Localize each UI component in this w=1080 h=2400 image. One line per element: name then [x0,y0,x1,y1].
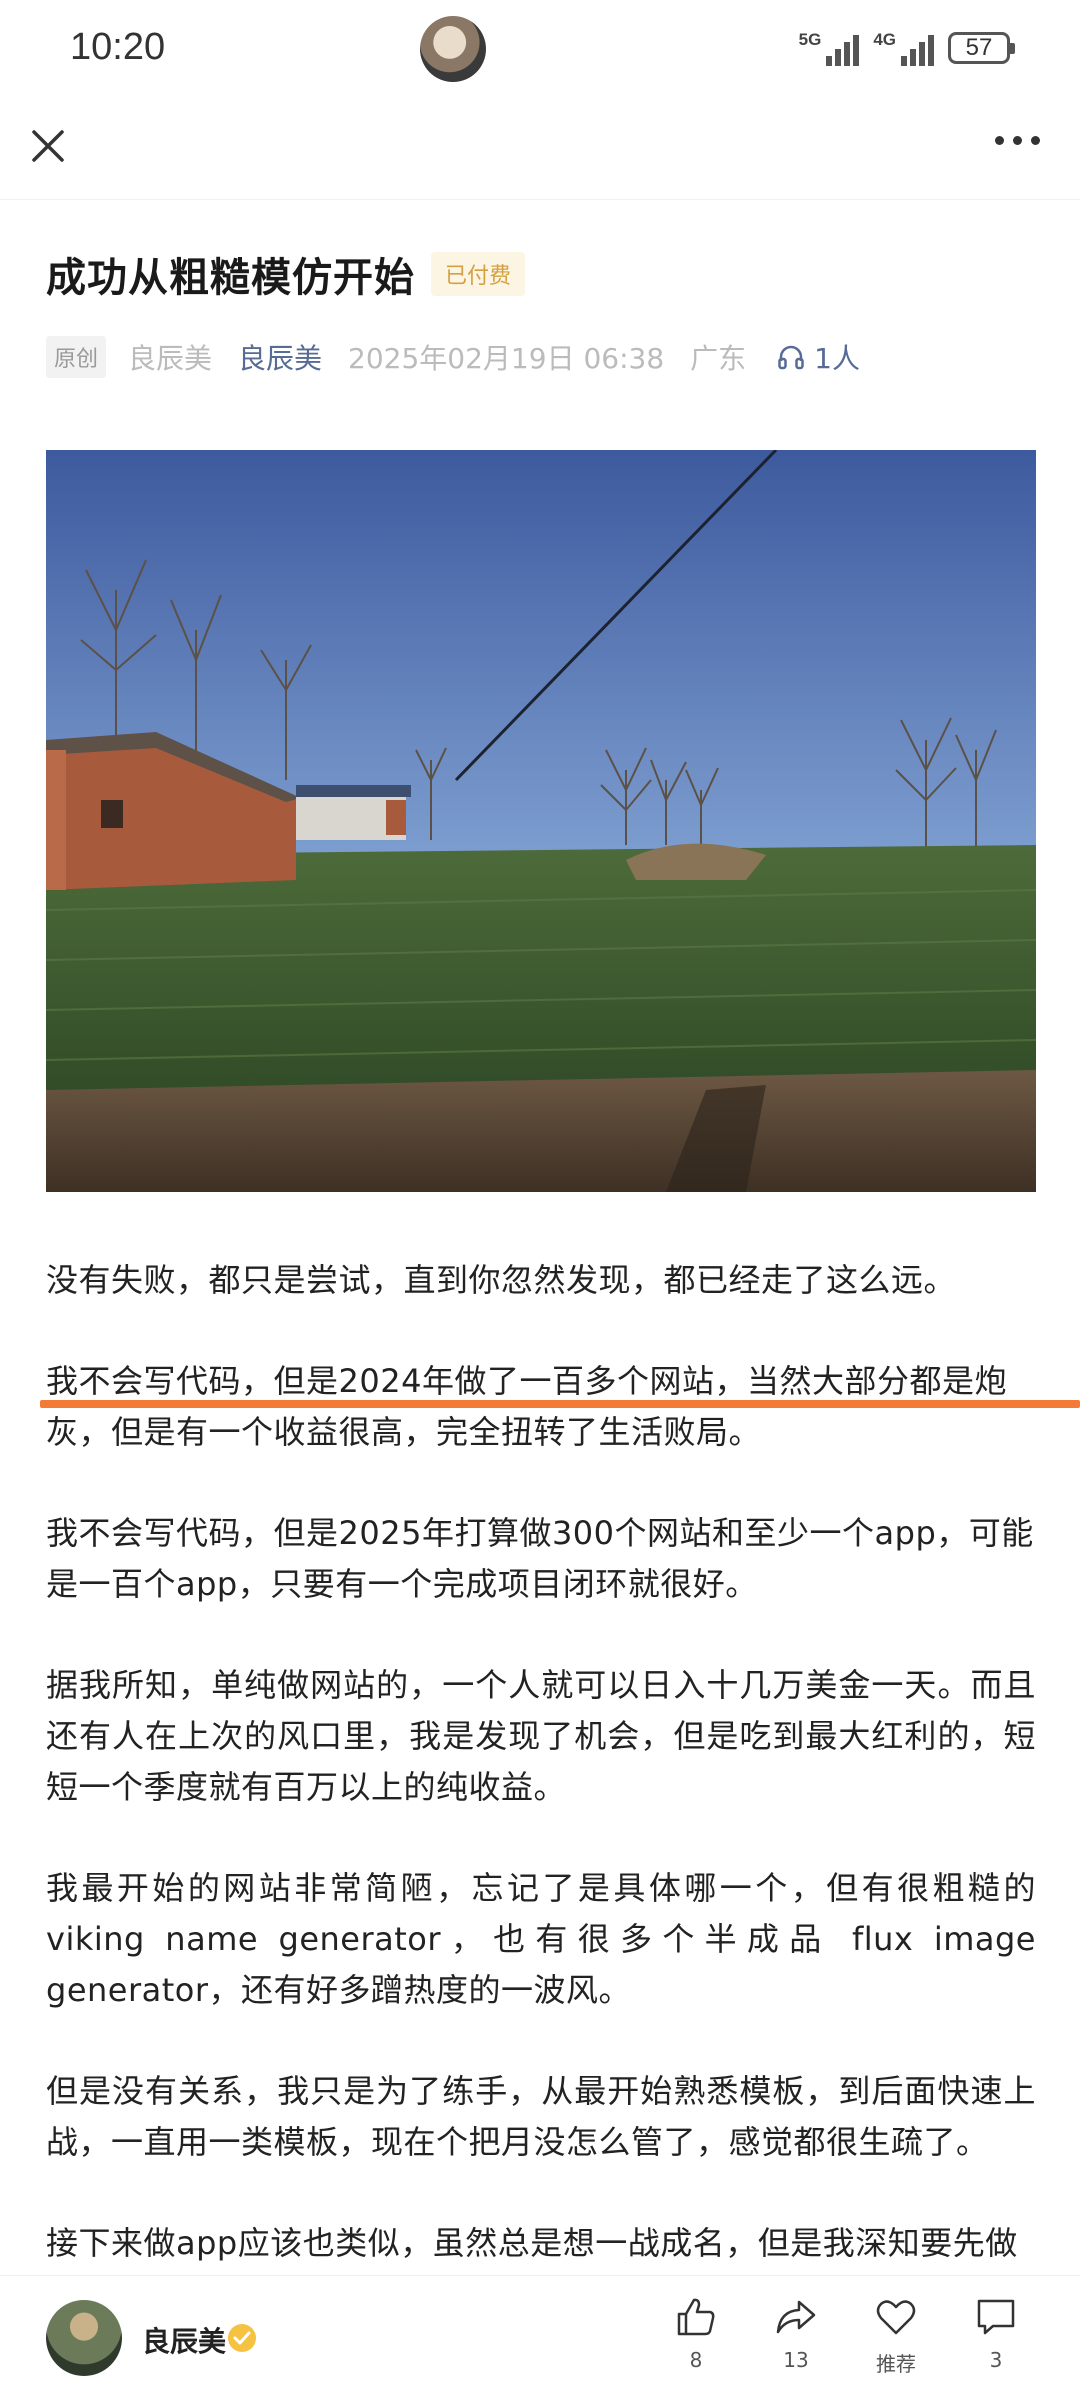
author-avatar[interactable] [46,2300,122,2376]
paragraph-4: 据我所知，单纯做网站的，一个人就可以日入十几万美金一天。而且还有人在上次的风口里… [46,1666,1036,1806]
like-count: 8 [689,2348,703,2372]
title-row: 成功从粗糙模仿开始 已付费 [46,245,526,303]
status-avatar-icon [420,16,486,82]
status-bar: 10:20 5G 4G 57 [0,0,1080,100]
paid-badge: 已付费 [431,252,526,296]
status-time: 10:20 [70,26,166,68]
recommend-label: 推荐 [876,2352,916,2376]
author-label: 良辰美 [128,342,213,375]
headphone-icon [778,345,804,370]
share-icon [776,2300,816,2334]
article-meta: 原创 良辰美 良辰美 2025年02月19日 06:38 广东 1人 [46,336,860,378]
paragraph-1: 没有失败，都只是尝试，直到你忽然发现，都已经走了这么远。 [46,1261,957,1299]
action-bar: 8 13 推荐 3 [646,2294,1046,2377]
signal-4g-icon: 4G [873,30,934,66]
battery-icon: 57 [948,32,1015,64]
share-button[interactable]: 13 [746,2294,846,2377]
underline-highlight [40,1400,1080,1408]
paragraph-5: 我最开始的网站非常简陋，忘记了是具体哪一个，但有很粗糙的viking name … [46,1869,1036,2009]
publish-date: 2025年02月19日 06:38 [348,342,665,375]
comment-count: 3 [989,2348,1003,2372]
listen-button[interactable]: 1人 [776,337,860,377]
more-icon[interactable] [995,136,1040,145]
recommend-button[interactable]: 推荐 [846,2294,946,2377]
thumbs-up-icon [677,2298,715,2336]
paragraph-6: 但是没有关系，我只是为了练手，从最开始熟悉模板，到后面快速上战，一直用一类模板，… [46,2072,1036,2161]
original-badge: 原创 [46,336,107,378]
close-icon[interactable] [28,126,68,166]
article-body: 没有失败，都只是尝试，直到你忽然发现，都已经走了这么远。 我不会写代码，但是20… [46,1255,1036,2319]
nav-bar [0,100,1080,200]
status-indicators: 5G 4G 57 [799,30,1015,66]
publish-location: 广东 [690,342,747,375]
like-button[interactable]: 8 [646,2294,746,2377]
bottom-bar: 良辰美 8 13 推荐 3 [0,2275,1080,2400]
article-hero-image[interactable] [46,450,1036,1192]
signal-5g-icon: 5G [799,30,860,66]
article-title: 成功从粗糙模仿开始 [46,255,415,301]
comment-icon [977,2299,1015,2335]
verified-badge-icon [228,2324,256,2352]
paragraph-3: 我不会写代码，但是2025年打算做300个网站和至少一个app，可能是一百个ap… [46,1514,1034,1603]
comment-button[interactable]: 3 [946,2294,1046,2377]
author-name[interactable]: 良辰美 [142,2320,226,2360]
share-count: 13 [783,2348,809,2372]
listener-count: 1人 [814,342,860,375]
heart-icon [876,2300,916,2335]
paragraph-7: 接下来做app应该也类似，虽然总是想一战成名，但是我深知要先做 [46,2224,1018,2262]
account-link[interactable]: 良辰美 [238,337,322,377]
